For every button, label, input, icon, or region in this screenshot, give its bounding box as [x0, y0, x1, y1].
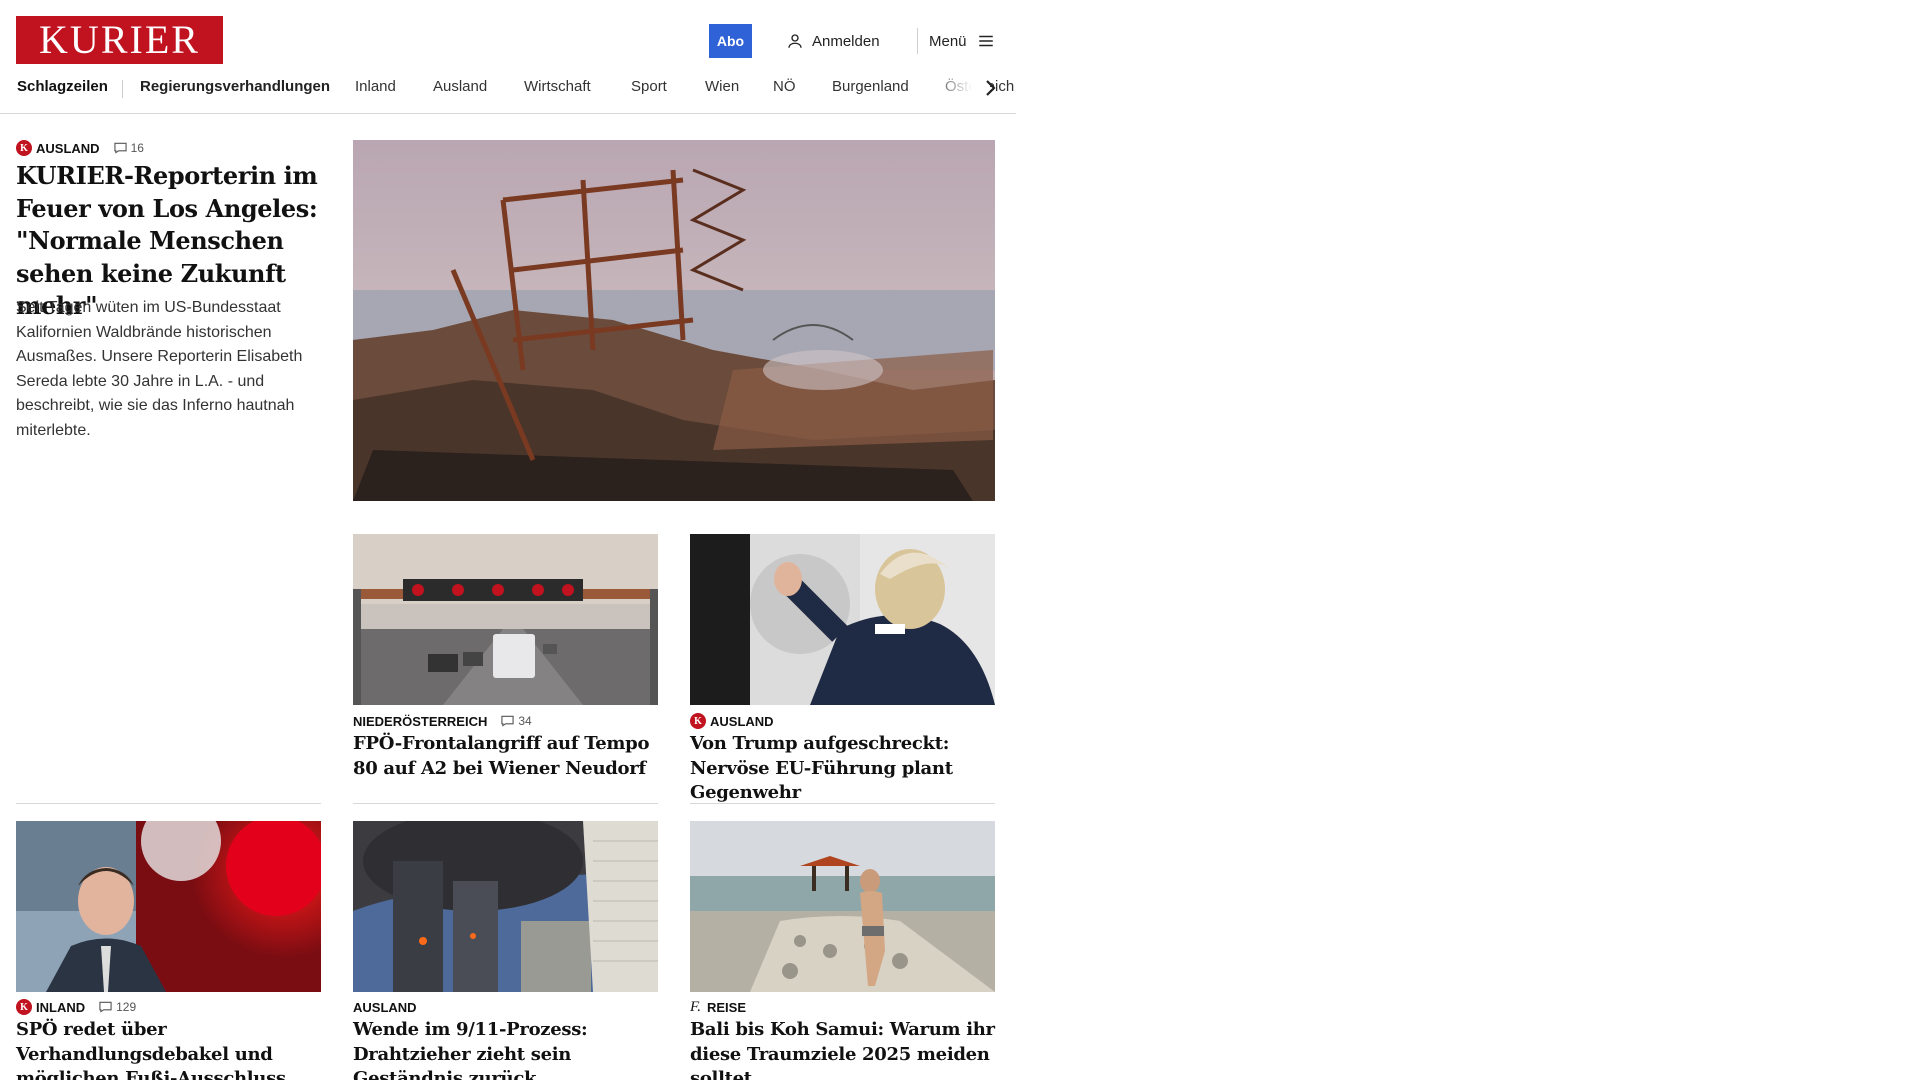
- card-category: NIEDERÖSTERREICH: [353, 713, 488, 729]
- highway-gantry-photo[interactable]: [353, 534, 658, 705]
- kurier-k-icon: K: [690, 713, 706, 729]
- card-comment-count: 129: [116, 1000, 137, 1014]
- section-nav: Schlagzeilen Regierungsverhandlungen Inl…: [0, 74, 1016, 104]
- nav-item-schlagzeilen[interactable]: Schlagzeilen: [17, 78, 108, 95]
- comment-icon: [501, 715, 514, 727]
- nav-divider: [122, 80, 123, 98]
- beach-woman-photo[interactable]: [690, 821, 995, 992]
- lead-comment-count: 16: [130, 141, 144, 155]
- card-kicker[interactable]: K AUSLAND: [690, 713, 774, 729]
- divider: [353, 803, 658, 804]
- card-category: AUSLAND: [710, 713, 774, 729]
- kurier-k-icon: K: [16, 999, 32, 1015]
- card-kicker[interactable]: NIEDERÖSTERREICH 34: [353, 713, 532, 729]
- card-headline[interactable]: Bali bis Koh Samui: Warum ihr diese Trau…: [690, 1018, 995, 1080]
- site-header: KURIER Abo Anmelden Menü Schlagzeilen Re…: [0, 0, 1016, 114]
- card-comments[interactable]: 34: [501, 714, 532, 728]
- page: KURIER Abo Anmelden Menü Schlagzeilen Re…: [0, 0, 1016, 1080]
- kurier-logo[interactable]: KURIER: [16, 16, 223, 64]
- comment-icon: [99, 1001, 112, 1013]
- freizeit-icon: f.: [690, 998, 701, 1015]
- card-category: AUSLAND: [353, 999, 417, 1015]
- login-button[interactable]: Anmelden: [786, 30, 880, 52]
- card-kicker[interactable]: K INLAND 129: [16, 999, 136, 1015]
- nav-item-sport[interactable]: Sport: [631, 78, 667, 95]
- user-icon: [788, 34, 802, 48]
- card-headline[interactable]: FPÖ-Frontalangriff auf Tempo 80 auf A2 b…: [353, 732, 658, 781]
- card-headline[interactable]: Von Trump aufgeschreckt: Ner­vöse EU-Füh…: [690, 732, 995, 806]
- hamburger-icon: [978, 35, 993, 47]
- nav-item-burgenland[interactable]: Burgenland: [832, 78, 909, 95]
- card-category: REISE: [706, 999, 746, 1015]
- card-kicker[interactable]: f. REISE: [690, 999, 746, 1015]
- nav-item-wien[interactable]: Wien: [705, 78, 739, 95]
- lead-comments[interactable]: 16: [113, 141, 144, 155]
- nav-item-inland[interactable]: Inland: [355, 78, 396, 95]
- nav-item-wirtschaft[interactable]: Wirtschaft: [524, 78, 591, 95]
- nav-scroll-right-button[interactable]: [980, 76, 1000, 100]
- politician-photo[interactable]: [16, 821, 321, 992]
- divider: [690, 803, 995, 804]
- trump-fist-photo[interactable]: [690, 534, 995, 705]
- nav-item-regierungsverhandlungen[interactable]: Regierungsverhandlungen: [140, 78, 330, 95]
- fire-ruins-photo[interactable]: [353, 140, 995, 501]
- menu-button[interactable]: Menü: [929, 30, 995, 52]
- abo-button[interactable]: Abo: [709, 24, 752, 58]
- card-headline[interactable]: Wende im 9/11-Prozess: Drahtzie­her zieh…: [353, 1018, 658, 1080]
- chevron-right-icon: [986, 80, 996, 96]
- lead-teaser: Seit Tagen wüten im US-Bundesstaat Kalif…: [16, 299, 303, 439]
- comment-icon: [113, 142, 127, 154]
- card-kicker[interactable]: AUSLAND: [353, 999, 417, 1015]
- divider: [16, 803, 321, 804]
- login-label: Anmelden: [812, 32, 880, 50]
- lead-category: AUSLAND: [36, 140, 100, 156]
- nav-item-ausland[interactable]: Ausland: [433, 78, 487, 95]
- lead-kicker[interactable]: K AUSLAND 16: [16, 140, 144, 156]
- card-comment-count: 34: [518, 714, 532, 728]
- menu-label: Menü: [929, 32, 967, 50]
- card-category: INLAND: [36, 999, 86, 1015]
- twin-towers-smoke-photo[interactable]: [353, 821, 658, 992]
- header-divider: [917, 28, 918, 54]
- nav-item-noe[interactable]: NÖ: [773, 78, 796, 95]
- kurier-k-icon: K: [16, 140, 32, 156]
- card-comments[interactable]: 129: [99, 1000, 136, 1014]
- card-headline[interactable]: SPÖ redet über Verhandlungsdeba­kel und …: [16, 1018, 321, 1080]
